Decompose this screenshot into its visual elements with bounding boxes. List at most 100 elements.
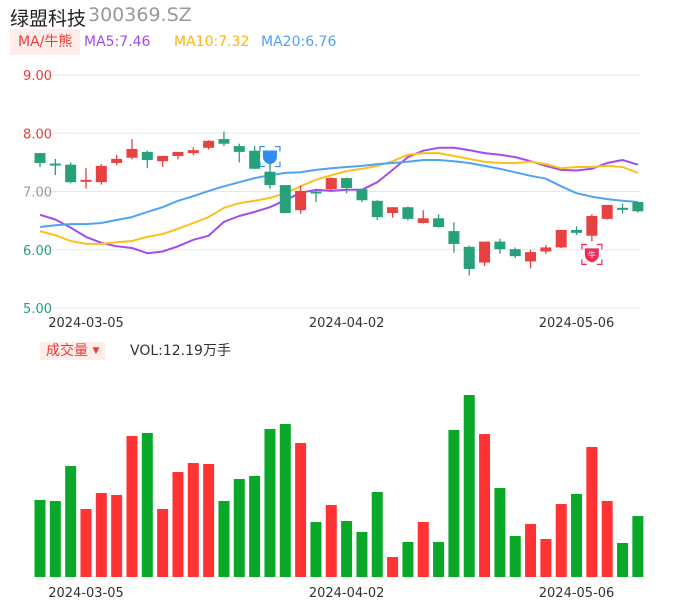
ma-line-ma20 <box>39 159 638 228</box>
candle <box>157 155 169 168</box>
candle-body <box>65 164 77 183</box>
volume-bar <box>356 532 368 577</box>
candle-body <box>402 207 414 219</box>
ma-line-ma5 <box>39 146 639 255</box>
y-tick-label: 5.00 <box>23 302 52 317</box>
candle <box>571 226 583 236</box>
volume-bar <box>310 522 322 577</box>
candle-body <box>34 153 46 163</box>
candle <box>295 185 307 214</box>
candle <box>49 158 61 176</box>
candle-body <box>479 241 491 263</box>
candle <box>203 140 215 150</box>
volume-bar <box>463 395 475 577</box>
volume-bar <box>509 536 521 577</box>
candle <box>264 160 276 189</box>
candle <box>356 188 368 202</box>
candle-body <box>111 158 123 163</box>
volume-bar <box>617 543 629 577</box>
shield-icon <box>262 150 277 165</box>
chart-canvas: 9.00 8.00 7.00 6.00 5.00 牛 2024-03-05 2024-04-0… <box>23 69 644 601</box>
candle-body <box>295 190 307 211</box>
volume-bar <box>80 509 92 577</box>
candle <box>601 204 613 220</box>
candle <box>80 168 92 189</box>
volume-bar <box>65 466 77 577</box>
y-tick-label: 8.00 <box>23 127 52 142</box>
volume-bar <box>402 542 414 577</box>
volume-bar <box>49 501 61 577</box>
volume-indicator-tab[interactable]: 成交量 ▼ <box>40 342 106 360</box>
candle-body <box>417 218 429 223</box>
volume-bar <box>371 492 383 577</box>
candle-body <box>233 146 245 152</box>
candle-body <box>555 229 567 248</box>
candle <box>433 214 445 228</box>
candle-body <box>617 207 629 210</box>
candle <box>371 200 383 221</box>
candle <box>325 177 337 192</box>
candle <box>387 207 399 218</box>
candle <box>34 153 46 168</box>
stock-chart-panel: 绿盟科技 300369.SZ MA/牛熊 MA5:7.46 MA10:7.32 … <box>0 0 686 606</box>
candle <box>525 249 537 269</box>
volume-bar <box>233 479 245 577</box>
volume-tab-label: 成交量 <box>46 343 88 359</box>
candle <box>448 222 460 253</box>
candle-body <box>325 178 337 190</box>
candle <box>172 151 184 160</box>
x-tick-label: 2024-05-06 <box>539 316 615 331</box>
volume-bar <box>264 429 276 577</box>
candle-body <box>540 247 552 252</box>
volume-bar <box>203 464 215 577</box>
candle-body <box>49 163 61 166</box>
candle-body <box>203 140 215 148</box>
volume-bar <box>172 472 184 577</box>
candle-body <box>264 171 276 186</box>
volume-bar <box>601 501 613 577</box>
volume-x-tick-label: 2024-05-06 <box>539 586 615 601</box>
candle <box>632 201 644 213</box>
candle <box>233 143 245 163</box>
candle <box>95 164 107 185</box>
volume-x-tick-label: 2024-04-02 <box>309 586 385 601</box>
candle <box>310 190 322 202</box>
candle-body <box>371 200 383 218</box>
candle-body <box>463 246 475 269</box>
candle-body <box>249 150 261 169</box>
bear-signal-marker <box>259 145 281 168</box>
candle <box>279 185 291 214</box>
candle-body <box>218 139 230 144</box>
candle-body <box>80 179 92 182</box>
candle-body <box>126 148 138 158</box>
volume-bar <box>341 521 353 577</box>
volume-bar <box>540 539 552 577</box>
candle-body <box>172 151 184 156</box>
volume-bar <box>325 505 337 577</box>
candle-body <box>187 150 199 154</box>
volume-bar <box>279 424 291 577</box>
candle-body <box>279 185 291 214</box>
marker-label: 牛 <box>588 249 596 259</box>
volume-bar <box>586 447 598 577</box>
volume-bar <box>433 542 445 577</box>
candle-body <box>310 191 322 194</box>
candle-body <box>448 231 460 244</box>
volume-bar <box>479 434 491 577</box>
volume-bar <box>111 495 123 577</box>
volume-bar <box>387 557 399 577</box>
candle-body <box>433 218 445 228</box>
candle-body <box>494 241 506 250</box>
x-tick-label: 2024-03-05 <box>48 316 124 331</box>
candle <box>111 154 123 166</box>
candle-body <box>586 215 598 236</box>
volume-bar <box>525 524 537 577</box>
candle <box>479 241 491 267</box>
volume-bar <box>494 488 506 577</box>
volume-bar <box>218 501 230 577</box>
caret-down-icon: ▼ <box>92 346 100 356</box>
volume-bar <box>417 522 429 577</box>
candle <box>540 245 552 254</box>
volume-bar <box>249 476 261 577</box>
candle <box>494 238 506 254</box>
